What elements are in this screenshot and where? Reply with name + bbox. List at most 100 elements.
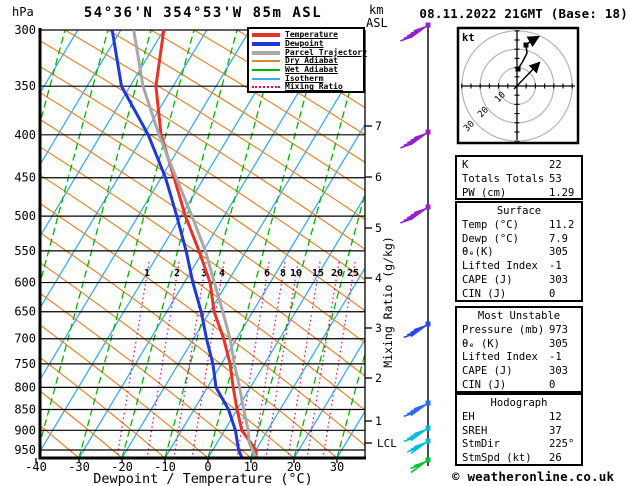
table-row: θₑ (K) 305 [457,338,581,352]
table-section-surface: Surface Temp (°C) 11.2 Dewp (°C) 7.9 θₑ(K) 305… [455,201,583,302]
wind-barb [400,204,431,224]
table-row-value: -1 [549,351,562,364]
table-row-label: Dewp (°C) [462,232,519,245]
table-row: StmSpd (kt) 26 [457,452,581,466]
table-section-header: Hodograph [490,397,548,409]
km-tick-label: 7 [375,119,382,133]
km-tick-label: 6 [375,170,382,184]
table-row-label: CIN (J) [462,287,507,300]
wind-barb [400,129,431,149]
table-section-hodograph: Hodograph EH 12 SREH 37 StmDir 225° StmSpd (kt)… [455,393,583,466]
table-row-value: 305 [549,337,568,350]
isotherm-line [207,195,365,458]
table-row: θₑ(K) 305 [457,246,581,260]
mixing-ratio-line [116,261,150,458]
table-row-label: Temp (°C) [462,218,519,231]
legend-sample-thin [252,60,280,63]
hodograph-trace-marker [523,42,529,48]
skewt-sounding-screenshot: 300 350 400 450 500 550 600 650 700 750 800 850 900 9… [0,0,629,486]
table-row: StmDir 225° [457,438,581,452]
table-row-label: StmDir [462,438,500,451]
table-section-most-unstable: Most Unstable Pressure (mb) 973 θₑ (K) 305 Li… [455,306,583,393]
table-row-value: 7.9 [549,232,568,245]
mixing-ratio-label: 8 [280,268,286,279]
legend-item: Mixing Ratio [249,83,363,92]
mixing-ratio-label: 25 [347,268,359,279]
table-row-label: EH [462,410,475,423]
x-axis-title: Dewpoint / Temperature (°C) [93,471,313,486]
legend-sample-thick [252,50,280,55]
table-row-value: 37 [549,424,562,437]
table-row-label: SREH [462,424,488,437]
table-section-header: Surface [496,205,542,217]
hodograph-unit-label: kt [462,32,475,44]
legend-label: Wet Adiabat [285,65,338,75]
legend-sample-thin [252,69,280,72]
valid-datetime: 08.11.2022 21GMT (Base: 18) [419,6,628,21]
mixing-ratio-line [265,261,299,458]
table-row-value: 303 [549,365,568,378]
pressure-tick-label: 600 [14,276,36,290]
pressure-tick-label: 650 [14,305,36,319]
table-row: Pressure (mb) 973 [457,324,581,338]
table-section-indices: K 22 Totals Totals 53 PW (cm) 1.29 [455,155,583,200]
pressure-tick-label: 750 [14,357,36,371]
isotherm-line [78,30,337,458]
table-row-label: Lifted Index [462,351,538,364]
lcl-label: LCL [377,437,397,450]
table-row-label: CIN (J) [462,378,507,391]
km-tick-label: 1 [375,414,382,428]
table-row-value: 53 [549,172,562,185]
table-row: EH 12 [457,411,581,425]
table-row-value: 26 [549,452,562,465]
table-row: PW (cm) 1.29 [457,187,581,201]
mixing-ratio-label: 15 [312,268,324,279]
legend-label: Dewpoint [285,39,324,49]
table-row-value: -1 [549,260,562,273]
mixing-ratio-label: 20 [331,268,343,279]
table-row-label: StmSpd (kt) [462,452,532,465]
pressure-tick-label: 400 [14,128,36,142]
legend-label: Mixing Ratio [285,82,343,92]
pressure-tick-label: 350 [14,79,36,93]
pressure-tick-label: 800 [14,380,36,394]
wind-barb [403,321,431,339]
mixing-ratio-line [146,261,180,458]
table-row-value: 303 [549,273,568,286]
table-row: Dewp (°C) 7.9 [457,233,581,247]
pressure-tick-label: 450 [14,171,36,185]
copyright: © weatheronline.co.uk [452,469,615,484]
table-row: CAPE (J) 303 [457,274,581,288]
table-row-value: 12 [549,410,562,423]
pressure-tick-label: 700 [14,332,36,346]
legend-sample-thick [252,42,280,47]
station-title: 54°36'N 354°53'W 85m ASL [83,5,323,21]
table-row-label: K [462,159,469,171]
legend: Temperature Dewpoint Parcel Trajectory Dry … [247,27,367,93]
hodograph-trace-marker [515,66,521,72]
altitude-unit-asl: ASL [366,16,388,30]
isotherm-line [40,30,294,453]
table-row: Totals Totals 53 [457,173,581,187]
table-row: CIN (J) 0 [457,288,581,302]
mixing-ratio-line [287,261,321,458]
table-row: Lifted Index -1 [457,260,581,274]
pressure-tick-label: 850 [14,402,36,416]
pressure-tick-label: 950 [14,443,36,457]
table-row-label: Totals Totals [462,172,545,185]
table-row: CIN (J) 0 [457,379,581,393]
mixing-ratio-axis-label: Mixing Ratio (g/kg) [381,236,395,368]
km-tick-label: 5 [375,221,382,235]
table-row-label: CAPE (J) [462,273,513,286]
legend-sample-thin [252,77,280,80]
table-row: CAPE (J) 303 [457,365,581,379]
table-row-label: Pressure (mb) [462,323,545,336]
mixing-ratio-label: 4 [219,268,225,279]
table-row: Lifted Index -1 [457,351,581,365]
km-tick-label: 2 [375,371,382,385]
table-row-label: PW (cm) [462,186,507,199]
pressure-tick-label: 900 [14,423,36,437]
mixing-ratio-label: 6 [264,268,270,279]
wind-barb [400,22,431,42]
wet-adiabat-line [164,30,281,458]
